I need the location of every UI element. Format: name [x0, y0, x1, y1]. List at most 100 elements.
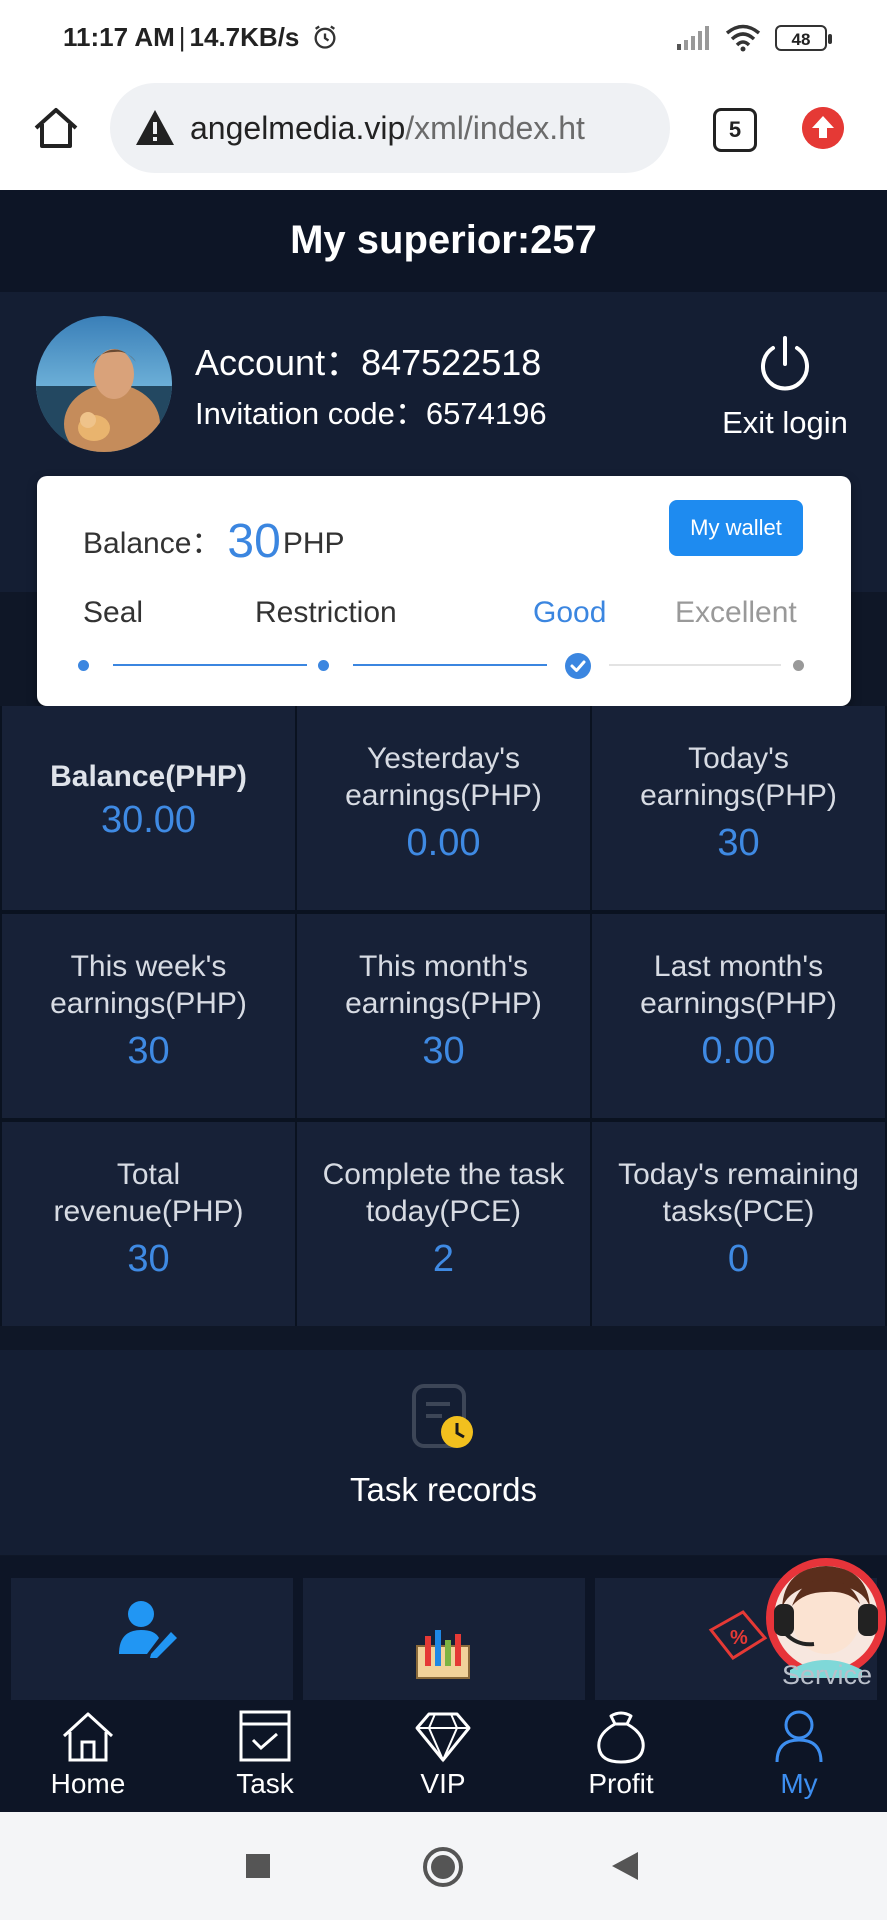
status-left: 11:17 AM | 14.7KB/s — [63, 22, 339, 53]
exit-login-button[interactable]: Exit login — [715, 332, 855, 441]
stat-cell: Complete the task today(PCE) 2 — [297, 1122, 590, 1326]
avatar — [36, 316, 172, 452]
stat-value: 0 — [727, 1238, 750, 1280]
stat-label: Today's earnings(PHP) — [640, 742, 837, 812]
stat-label: Balance(PHP) — [50, 760, 247, 793]
task-icon[interactable] — [237, 1708, 293, 1764]
status-bar: 11:17 AM | 14.7KB/s 48 — [0, 0, 887, 80]
stats-grid: Balance(PHP) 30.00 Yesterday's earnings(… — [0, 706, 887, 1326]
account-line: Account：847522518 — [195, 334, 541, 386]
stat-cell: Today's remaining tasks(PCE) 0 — [592, 1122, 885, 1326]
bottom-navigation: Home Task VIP Profit My — [0, 1700, 887, 1812]
invitation-code: 6574196 — [425, 396, 547, 431]
level-track — [353, 664, 547, 666]
nav-task-label[interactable]: Task — [236, 1768, 294, 1799]
stat-label: Today's remaining tasks(PCE) — [618, 1158, 859, 1228]
level-restriction: Restriction — [255, 596, 397, 629]
stat-cell: Yesterday's earnings(PHP) 0.00 — [297, 706, 590, 910]
system-navigation-bar — [0, 1812, 887, 1920]
level-track — [113, 664, 307, 666]
chart-icon[interactable] — [415, 1626, 471, 1682]
level-dot-seal — [78, 660, 89, 671]
level-track — [609, 664, 781, 666]
level-excellent: Excellent — [675, 596, 797, 629]
nav-my[interactable]: My — [739, 1708, 859, 1800]
check-circle-icon — [565, 653, 591, 679]
stat-cell: Balance(PHP) 30.00 — [2, 706, 295, 910]
superior-header: My superior:257 — [0, 190, 887, 292]
stat-cell: This month's earnings(PHP) 30 — [297, 914, 590, 1118]
battery-indicator: 48 — [775, 25, 832, 51]
address-bar[interactable]: angelmedia.vip/xml/index.ht — [110, 83, 670, 173]
browser-toolbar: angelmedia.vip/xml/index.ht 5 — [0, 80, 887, 190]
nav-home[interactable]: Home — [28, 1708, 148, 1800]
task-records-icon[interactable] — [410, 1382, 476, 1454]
nav-profit-label[interactable]: Profit — [588, 1768, 653, 1799]
stat-value: 30 — [717, 822, 760, 864]
card-balance: Balance： 30PHP — [83, 514, 345, 569]
account-label: Account： — [195, 342, 362, 383]
nav-task[interactable]: Task — [205, 1708, 325, 1800]
stat-value: 0.00 — [701, 1030, 776, 1072]
stat-value: 30 — [127, 1030, 170, 1072]
task-records-label[interactable]: Task records — [0, 1471, 887, 1509]
level-dot-restriction — [318, 660, 329, 671]
shortcut-tile[interactable] — [303, 1578, 585, 1700]
balance-card: Balance： 30PHP My wallet Seal Restriction… — [37, 476, 851, 706]
nav-profit[interactable]: Profit — [561, 1708, 681, 1800]
card-balance-unit: PHP — [282, 527, 345, 560]
edit-profile-icon[interactable] — [117, 1598, 179, 1658]
stat-value: 30 — [127, 1238, 170, 1280]
exit-login-label[interactable]: Exit login — [715, 405, 855, 441]
browser-home-icon[interactable] — [30, 102, 82, 154]
svg-text:%: % — [730, 1627, 748, 1649]
tab-switcher-button[interactable]: 5 — [713, 108, 757, 152]
status-speed: 14.7KB/s — [189, 22, 300, 52]
my-wallet-button[interactable]: My wallet — [669, 500, 803, 556]
signal-icon — [677, 26, 709, 50]
stat-value: 2 — [432, 1238, 455, 1280]
service-label[interactable]: Service — [782, 1660, 872, 1691]
shortcut-tile[interactable] — [11, 1578, 293, 1700]
stat-value: 0.00 — [406, 822, 481, 864]
wifi-icon — [725, 24, 761, 52]
url-host: angelmedia.vip — [190, 109, 406, 146]
warning-icon[interactable] — [134, 107, 176, 149]
stat-label: Complete the task today(PCE) — [322, 1158, 565, 1228]
stat-label: Total revenue(PHP) — [53, 1158, 244, 1228]
invitation-line: Invitation code：6574196 — [195, 388, 547, 433]
back-icon[interactable] — [610, 1850, 640, 1882]
nav-vip[interactable]: VIP — [383, 1708, 503, 1800]
nav-vip-label[interactable]: VIP — [420, 1768, 465, 1799]
nav-home-label[interactable]: Home — [51, 1768, 126, 1799]
stat-cell: Last month's earnings(PHP) 0.00 — [592, 914, 885, 1118]
nav-my-label[interactable]: My — [780, 1768, 817, 1799]
level-good: Good — [533, 596, 607, 629]
url-path: /xml/index.ht — [405, 109, 585, 146]
stat-label: Yesterday's earnings(PHP) — [345, 742, 542, 812]
stat-label: Last month's earnings(PHP) — [640, 950, 837, 1020]
stat-cell: This week's earnings(PHP) 30 — [2, 914, 295, 1118]
home-icon[interactable] — [60, 1708, 116, 1764]
account-value: 847522518 — [361, 342, 542, 383]
card-balance-value: 30 — [227, 515, 281, 568]
stat-cell: Today's earnings(PHP) 30 — [592, 706, 885, 910]
status-time: 11:17 AM — [63, 22, 175, 52]
money-bag-icon[interactable] — [593, 1708, 649, 1764]
home-circle-icon[interactable] — [422, 1846, 464, 1888]
url-text[interactable]: angelmedia.vip/xml/index.ht — [190, 110, 660, 147]
level-dot-excellent — [793, 660, 804, 671]
recent-apps-icon[interactable] — [244, 1852, 272, 1880]
invitation-label: Invitation code： — [195, 396, 426, 431]
stat-label: This month's earnings(PHP) — [345, 950, 542, 1020]
stat-cell: Total revenue(PHP) 30 — [2, 1122, 295, 1326]
status-right: 48 — [677, 24, 832, 52]
stat-value: 30.00 — [100, 799, 197, 841]
diamond-icon[interactable] — [415, 1708, 471, 1764]
user-icon[interactable] — [771, 1708, 827, 1764]
card-balance-label: Balance： — [83, 527, 222, 560]
task-records-button[interactable]: Task records — [0, 1350, 887, 1555]
power-icon[interactable] — [753, 332, 817, 396]
upload-icon[interactable] — [802, 107, 844, 149]
alarm-icon — [314, 25, 336, 49]
